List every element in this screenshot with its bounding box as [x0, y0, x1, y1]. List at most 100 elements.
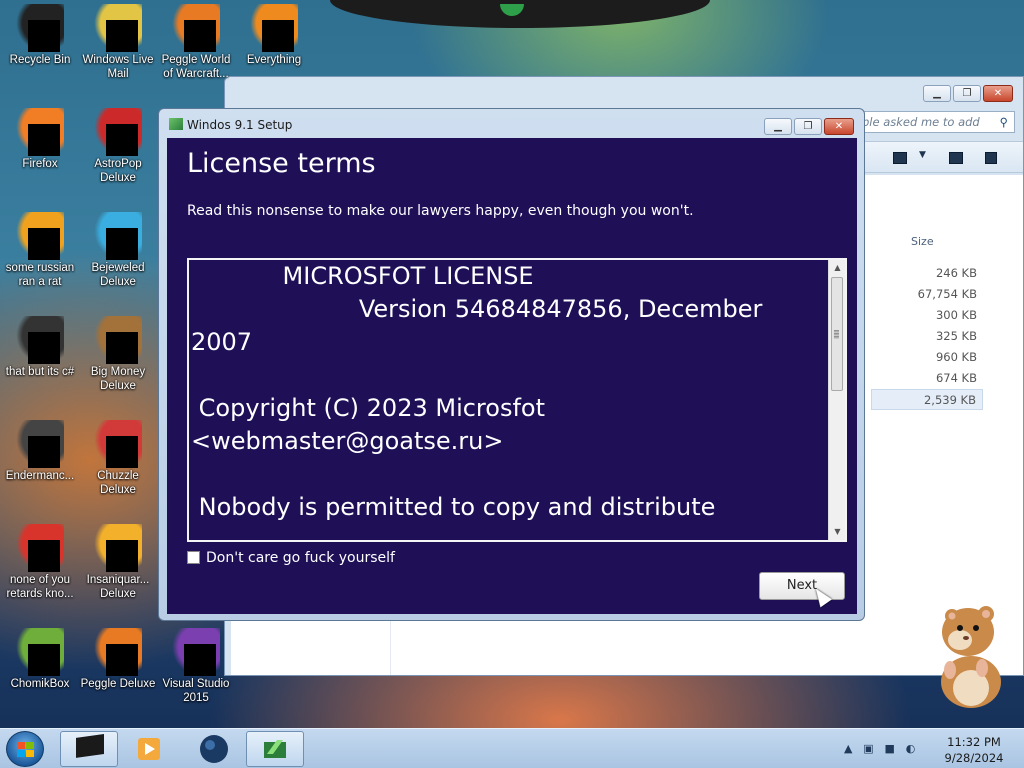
scroll-down-icon[interactable]: ▼ — [829, 524, 845, 540]
explorer-window-controls: ▁ ❐ ✕ — [921, 85, 1013, 102]
desktop-icon[interactable]: Endermanc... — [0, 420, 80, 483]
setup-dialog: Windos 9.1 Setup ▁ ❐ ✕ License terms Read … — [158, 108, 865, 621]
desktop-icon[interactable]: Chuzzle Deluxe — [78, 420, 158, 497]
dialog-title: Windos 9.1 Setup — [187, 118, 293, 132]
setup-app-icon — [169, 118, 183, 130]
explorer-search-input[interactable]: ple asked me to add ⚲ — [855, 111, 1015, 133]
desktop-icon-label: Chuzzle Deluxe — [97, 470, 139, 496]
dialog-close-button[interactable]: ✕ — [824, 118, 854, 135]
file-size-cell: 300 KB — [935, 308, 977, 322]
accept-checkbox-label[interactable]: Don't care go fuck yourself — [206, 550, 395, 566]
dialog-content: License terms Read this nonsense to make… — [167, 138, 857, 614]
scrollbar-thumb[interactable]: ═ ═ ═ — [831, 277, 843, 391]
dialog-maximize-button[interactable]: ❐ — [794, 118, 822, 135]
desktop-icon[interactable]: Insaniquar... Deluxe — [78, 524, 158, 601]
file-size-cell: 67,754 KB — [917, 287, 977, 301]
minimize-icon: ▁ — [774, 121, 782, 132]
desktop-icon[interactable]: Peggle Deluxe — [78, 628, 158, 691]
volume-icon[interactable]: ◐ — [906, 742, 916, 755]
accept-checkbox-row[interactable]: Don't care go fuck yourself — [187, 550, 395, 566]
system-tray: ▲ ▣ ■ ◐ — [844, 741, 922, 755]
desktop-icon[interactable]: Windows Live Mail — [78, 4, 158, 81]
page-subtitle: Read this nonsense to make our lawyers h… — [187, 203, 694, 219]
desktop-icon[interactable]: none of you retards kno... — [0, 524, 80, 601]
restore-icon: ❐ — [803, 121, 813, 132]
desktop-icon[interactable]: Everything — [234, 4, 314, 67]
redaction-block — [184, 644, 216, 676]
column-header-size[interactable]: Size — [911, 235, 934, 248]
file-size-cell-selected[interactable]: 2,539 KB — [871, 389, 983, 410]
start-button[interactable] — [6, 731, 44, 767]
desktop-icon[interactable]: Peggle World of Warcraft... — [156, 4, 236, 81]
redaction-block — [262, 20, 294, 52]
display-icon[interactable]: ■ — [885, 742, 895, 755]
firefox-icon — [16, 108, 64, 156]
desktop-icon[interactable]: Recycle Bin — [0, 4, 80, 67]
desktop-icon[interactable]: ChomikBox — [0, 628, 80, 691]
folder-icon — [76, 733, 104, 758]
desktop-icon-label: Visual Studio 2015 — [162, 678, 230, 704]
opera-like-icon — [16, 524, 64, 572]
redaction-block — [184, 20, 216, 52]
taskbar-browser-button[interactable] — [185, 731, 243, 767]
desktop-icon[interactable]: Big Money Deluxe — [78, 316, 158, 393]
peggle-icon — [94, 628, 142, 676]
license-line — [191, 359, 823, 392]
visual-studio-icon — [172, 628, 220, 676]
accept-checkbox[interactable] — [187, 551, 200, 564]
next-button[interactable]: Next — [759, 572, 845, 600]
taskbar-setup-button[interactable] — [246, 731, 304, 767]
chuzzle-icon — [94, 420, 142, 468]
setup-app-icon — [264, 740, 286, 758]
mail-icon — [94, 4, 142, 52]
e-app-icon — [16, 212, 64, 260]
help-icon[interactable] — [985, 152, 997, 164]
desktop-icon-label: Insaniquar... Deluxe — [86, 574, 150, 600]
redaction-block — [106, 540, 138, 572]
media-player-icon — [138, 738, 160, 760]
desktop-icon[interactable]: Bejeweled Deluxe — [78, 212, 158, 289]
explorer-maximize-button[interactable]: ❐ — [953, 85, 981, 102]
taskbar-explorer-button[interactable] — [60, 731, 118, 767]
desktop-icon-label: Big Money Deluxe — [90, 366, 146, 392]
explorer-close-button[interactable]: ✕ — [983, 85, 1013, 102]
preview-pane-icon[interactable] — [949, 152, 963, 164]
desktop-icon-label: Firefox — [22, 158, 58, 170]
license-scrollbar[interactable]: ▲ ═ ═ ═ ▼ — [828, 260, 845, 540]
license-text-box[interactable]: MICROSFOT LICENSE Version 54684847856, D… — [187, 258, 847, 542]
redaction-block — [106, 228, 138, 260]
astropop-icon — [94, 108, 142, 156]
desktop-icon[interactable]: AstroPop Deluxe — [78, 108, 158, 185]
restore-icon: ❐ — [962, 88, 972, 99]
desktop-icon-label: Endermanc... — [5, 470, 75, 482]
redaction-block — [106, 20, 138, 52]
dialog-minimize-button[interactable]: ▁ — [764, 118, 792, 135]
desktop-icon-label: Recycle Bin — [9, 54, 71, 66]
file-size-cell: 325 KB — [935, 329, 977, 343]
view-options-icon[interactable] — [893, 152, 907, 164]
chevron-down-icon[interactable]: ▼ — [919, 150, 926, 160]
taskbar-clock[interactable]: 11:32 PM 9/28/2024 — [932, 734, 1016, 766]
desktop-icon-label: that but its c# — [5, 366, 75, 378]
scroll-up-icon[interactable]: ▲ — [829, 260, 845, 276]
search-icon[interactable]: ⚲ — [1000, 115, 1008, 129]
clock-time: 11:32 PM — [947, 735, 1001, 749]
dialog-titlebar[interactable]: Windos 9.1 Setup — [169, 118, 292, 132]
explorer-minimize-button[interactable]: ▁ — [923, 85, 951, 102]
license-line: 2007 — [191, 328, 253, 356]
fish-icon — [94, 524, 142, 572]
hamster-pet-icon[interactable] — [930, 602, 1012, 708]
desktop-icon[interactable]: Firefox — [0, 108, 80, 171]
show-hidden-icons-icon[interactable]: ▲ — [844, 742, 852, 755]
desktop-icon[interactable]: some russian ran a rat — [0, 212, 80, 289]
bejeweled-icon — [94, 212, 142, 260]
size-column: 246 KB 67,754 KB 300 KB 325 KB 960 KB 67… — [871, 263, 983, 410]
license-line: <webmaster@goatse.ru> — [191, 427, 504, 455]
desktop-icon[interactable]: that but its c# — [0, 316, 80, 379]
desktop-icon[interactable]: Visual Studio 2015 — [156, 628, 236, 705]
network-icon[interactable]: ▣ — [863, 742, 873, 755]
license-line: Copyright (C) 2023 Microsfot — [191, 394, 545, 422]
stacked-windows-icon — [16, 316, 64, 364]
taskbar-media-player-button[interactable] — [122, 731, 180, 767]
redaction-block — [28, 20, 60, 52]
